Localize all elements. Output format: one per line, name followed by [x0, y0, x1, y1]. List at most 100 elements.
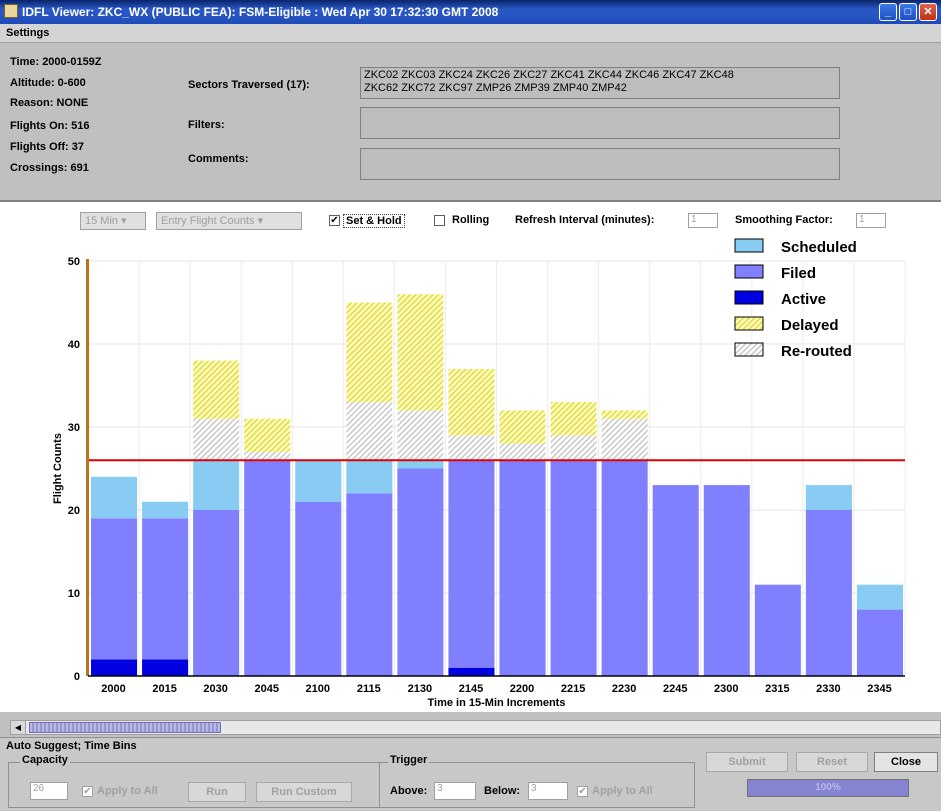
horizontal-scrollbar[interactable]: ◀ — [10, 720, 941, 735]
close-icon[interactable]: ✕ — [919, 3, 937, 21]
set-hold-checkbox[interactable]: ✔ — [329, 215, 340, 226]
bar-delayed-2230 — [601, 410, 648, 419]
x-tick-label: 2045 — [254, 683, 278, 695]
bar-delayed-2145 — [448, 368, 495, 436]
run-button[interactable]: Run — [188, 782, 246, 802]
run-custom-button[interactable]: Run Custom — [256, 782, 352, 802]
sectors-field[interactable]: ZKC02 ZKC03 ZKC24 ZKC26 ZKC27 ZKC41 ZKC4… — [360, 67, 840, 99]
count-type-select[interactable]: Entry Flight Counts ▾ — [156, 212, 302, 230]
bar-filed-2100 — [295, 501, 342, 676]
capacity-apply-all-checkbox[interactable]: ✔ — [82, 786, 93, 797]
chart-panel: 15 Min ▾ Entry Flight Counts ▾ ✔ Set & H… — [0, 200, 941, 712]
close-button[interactable]: Close — [874, 752, 938, 772]
x-tick-label: 2200 — [510, 683, 534, 695]
interval-select[interactable]: 15 Min ▾ — [80, 212, 146, 230]
x-tick-label: 2300 — [714, 683, 738, 695]
bar-filed-2230 — [601, 460, 648, 676]
settings-panel: Time: 2000-0159Z Altitude: 0-600 Reason:… — [0, 43, 941, 199]
reset-button[interactable]: Reset — [796, 752, 868, 772]
submit-button[interactable]: Submit — [706, 752, 788, 772]
x-axis-label: Time in 15-Min Increments — [428, 697, 566, 709]
above-input[interactable]: 3 — [434, 782, 476, 800]
bar-filed-2200 — [499, 460, 546, 676]
y-tick-label: 10 — [68, 588, 80, 600]
legend-label-active: Active — [781, 291, 826, 308]
legend-swatch-re-routed — [734, 342, 764, 357]
smoothing-label: Smoothing Factor: — [735, 214, 833, 226]
bar-scheduled-2330 — [805, 485, 852, 510]
window-title: IDFL Viewer: ZKC_WX (PUBLIC FEA): FSM-El… — [22, 5, 499, 19]
bar-filed-2045 — [244, 460, 291, 676]
smoothing-input[interactable]: 1 — [856, 213, 886, 228]
sectors-line-1: ZKC02 ZKC03 ZKC24 ZKC26 ZKC27 ZKC41 ZKC4… — [364, 69, 734, 81]
y-tick-label: 20 — [68, 505, 80, 517]
bar-delayed-2215 — [550, 402, 597, 436]
bar-scheduled-2345 — [856, 584, 903, 610]
x-tick-label: 2130 — [408, 683, 432, 695]
time-label: Time: 2000-0159Z — [10, 56, 102, 68]
x-tick-label: 2000 — [101, 683, 125, 695]
capacity-input[interactable]: 26 — [30, 782, 68, 800]
legend-swatch-filed — [734, 264, 764, 279]
bar-re-routed-2200 — [499, 443, 546, 461]
minimize-icon[interactable]: _ — [879, 3, 897, 21]
bar-delayed-2200 — [499, 410, 546, 444]
bar-filed-2345 — [856, 609, 903, 676]
bar-active-2145 — [448, 667, 495, 676]
bar-re-routed-2145 — [448, 435, 495, 461]
rolling-checkbox[interactable] — [434, 215, 445, 226]
bar-scheduled-2100 — [295, 460, 342, 502]
x-tick-label: 2145 — [459, 683, 483, 695]
settings-header[interactable]: Settings — [0, 24, 941, 43]
auto-suggest-panel: Auto Suggest; Time Bins Capacity 26 ✔ Ap… — [0, 737, 941, 811]
y-tick-label: 30 — [68, 422, 80, 434]
rolling-label: Rolling — [452, 214, 490, 226]
filters-field[interactable] — [360, 107, 840, 139]
below-label: Below: — [484, 785, 521, 797]
legend-swatch-active — [734, 290, 764, 305]
trigger-apply-all-label: Apply to All — [592, 785, 653, 797]
capacity-title: Capacity — [20, 754, 70, 766]
comments-label: Comments: — [188, 153, 249, 165]
legend-label-scheduled: Scheduled — [781, 239, 857, 256]
set-hold-label: Set & Hold — [343, 214, 405, 228]
trigger-apply-all-checkbox[interactable]: ✔ — [577, 786, 588, 797]
above-label: Above: — [390, 785, 428, 797]
bar-scheduled-2130 — [397, 460, 444, 469]
bar-active-2000 — [91, 659, 138, 676]
bar-delayed-2130 — [397, 294, 444, 411]
y-tick-label: 0 — [74, 671, 80, 683]
legend-label-filed: Filed — [781, 265, 816, 282]
scroll-left-icon[interactable]: ◀ — [11, 721, 26, 734]
bar-re-routed-2030 — [193, 418, 240, 461]
sectors-label: Sectors Traversed (17): — [188, 79, 310, 91]
bar-filed-2130 — [397, 468, 444, 676]
bar-filed-2000 — [91, 518, 138, 660]
y-axis-line — [86, 259, 89, 676]
legend-swatch-delayed — [734, 316, 764, 331]
maximize-icon[interactable]: □ — [899, 3, 917, 21]
settings-title: Settings — [6, 27, 50, 39]
legend-swatch-scheduled — [734, 238, 764, 253]
bar-delayed-2115 — [346, 302, 393, 403]
x-tick-label: 2345 — [867, 683, 891, 695]
scroll-thumb[interactable] — [29, 722, 221, 733]
bar-active-2015 — [142, 659, 189, 676]
auto-suggest-title: Auto Suggest; Time Bins — [6, 740, 137, 752]
bar-scheduled-2030 — [193, 460, 240, 510]
bar-scheduled-2015 — [142, 501, 189, 519]
bar-re-routed-2230 — [601, 418, 648, 461]
bar-filed-2115 — [346, 493, 393, 676]
y-tick-label: 50 — [68, 256, 80, 268]
x-tick-label: 2315 — [765, 683, 789, 695]
bar-filed-2015 — [142, 518, 189, 660]
bar-re-routed-2130 — [397, 410, 444, 461]
bar-scheduled-2000 — [91, 476, 138, 519]
comments-field[interactable] — [360, 148, 840, 180]
title-bar[interactable]: IDFL Viewer: ZKC_WX (PUBLIC FEA): FSM-El… — [0, 0, 941, 24]
refresh-input[interactable]: 1 — [688, 213, 718, 228]
flights-off-label: Flights Off: 37 — [10, 141, 84, 153]
below-input[interactable]: 3 — [528, 782, 568, 800]
filters-label: Filters: — [188, 119, 225, 131]
crossings-label: Crossings: 691 — [10, 162, 89, 174]
